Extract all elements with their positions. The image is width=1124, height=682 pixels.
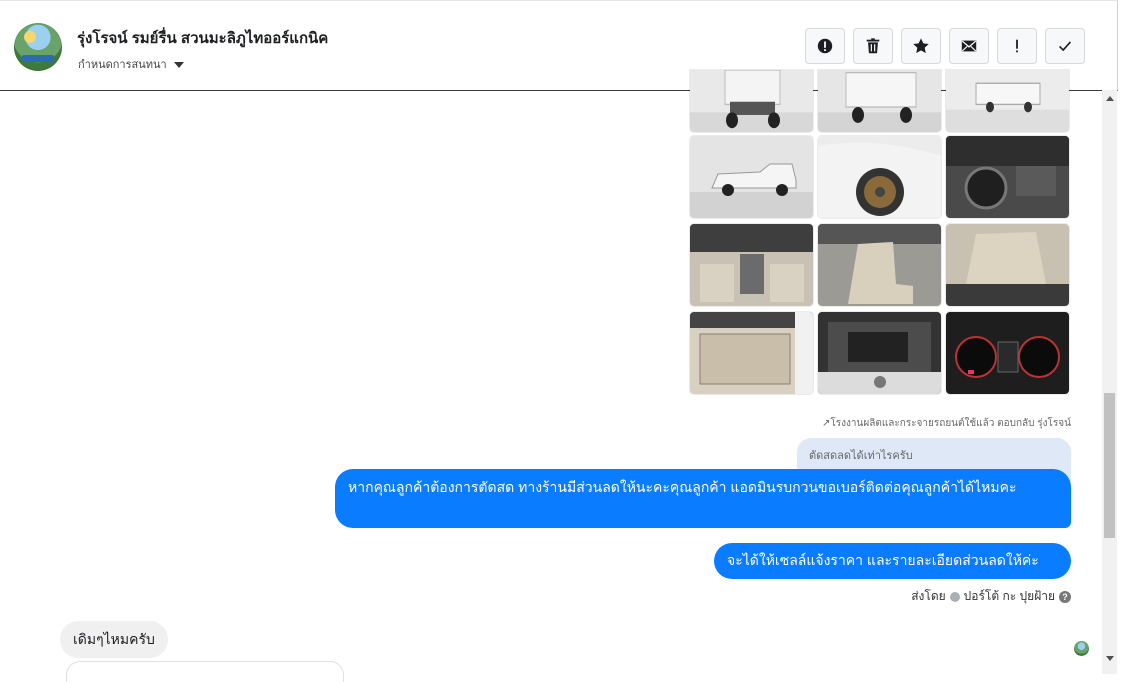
outgoing-message[interactable]: จะได้ให้เซลล์แจ้งราคา และรายละเอียดส่วนล… xyxy=(714,543,1071,579)
checkmark-icon xyxy=(1059,41,1072,52)
assign-conversation-label: กำหนดการสนทนา xyxy=(78,59,167,71)
photo-image xyxy=(946,312,1069,394)
car-rear-seat-photo[interactable] xyxy=(946,224,1069,306)
photo-image xyxy=(818,70,941,132)
scroll-down-icon[interactable] xyxy=(1106,656,1114,661)
photo-image xyxy=(690,136,813,218)
incoming-message[interactable]: เดิมๆไหมครับ xyxy=(60,621,168,658)
sent-by-line: ส่งโดย ปอร์โต้ กะ ปุยฝ้าย ? xyxy=(911,587,1071,606)
envelope-icon xyxy=(961,40,977,52)
scrollbar-thumb[interactable] xyxy=(1104,393,1115,538)
alert-circle-icon xyxy=(817,38,833,54)
seen-avatar xyxy=(1074,641,1089,656)
outgoing-message[interactable]: หากคุณลูกค้าต้องการตัดสด ทางร้านมีส่วนลด… xyxy=(335,469,1071,528)
scroll-up-icon[interactable] xyxy=(1106,96,1114,101)
star-icon xyxy=(913,38,929,54)
photo-image xyxy=(690,70,813,132)
car-rear-photo[interactable] xyxy=(690,70,813,132)
follow-up-button[interactable] xyxy=(997,28,1037,64)
car-photo-grid xyxy=(690,70,1071,406)
verified-icon xyxy=(949,591,960,602)
photo-image xyxy=(818,312,941,394)
reply-meta-text: โรงงานผลิตและกระจายรถยนต์ใช้แล้ว ตอบกลับ… xyxy=(830,418,1071,429)
photo-image xyxy=(690,312,813,394)
incoming-message-text: เดิมๆไหมครับ xyxy=(73,631,155,647)
assign-conversation-dropdown[interactable]: กำหนดการสนทนา xyxy=(78,55,184,73)
caret-down-icon xyxy=(173,62,184,69)
photo-image xyxy=(946,224,1069,306)
header-toolbar xyxy=(805,28,1085,66)
help-icon[interactable]: ? xyxy=(1059,590,1071,603)
avatar-banner-shape xyxy=(22,55,54,62)
quoted-message-text: ตัดสดลดได้เท่าไรครับ xyxy=(809,450,913,462)
photo-image xyxy=(818,224,941,306)
scrollbar[interactable] xyxy=(1102,90,1117,674)
mark-unread-button[interactable] xyxy=(949,28,989,64)
done-button[interactable] xyxy=(1045,28,1085,64)
car-engine-photo[interactable] xyxy=(818,312,941,394)
car-dashboard-photo[interactable] xyxy=(946,136,1069,218)
car-gauges-photo[interactable] xyxy=(946,312,1069,394)
reply-meta: ↗โรงงานผลิตและกระจายรถยนต์ใช้แล้ว ตอบกลั… xyxy=(822,416,1071,431)
car-interior-front-photo[interactable] xyxy=(690,224,813,306)
car-side-far-photo[interactable] xyxy=(946,70,1069,132)
car-rear-angle-photo[interactable] xyxy=(818,70,941,132)
contact-avatar[interactable] xyxy=(14,23,62,71)
sent-by-name[interactable]: ปอร์โต้ กะ ปุยฝ้าย xyxy=(964,587,1055,606)
photo-image xyxy=(690,224,813,306)
photo-image xyxy=(946,136,1069,218)
car-door-panel-photo[interactable] xyxy=(690,312,813,394)
trash-icon xyxy=(866,38,880,54)
outgoing-message-text: จะได้ให้เซลล์แจ้งราคา และรายละเอียดส่วนล… xyxy=(727,552,1039,568)
star-button[interactable] xyxy=(901,28,941,64)
incoming-message-partial[interactable] xyxy=(66,661,344,682)
avatar-sun-shape xyxy=(24,31,36,43)
outgoing-message-text: หากคุณลูกค้าต้องการตัดสด ทางร้านมีส่วนลด… xyxy=(348,479,1017,495)
sent-by-label: ส่งโดย xyxy=(911,589,946,603)
delete-button[interactable] xyxy=(853,28,893,64)
photo-image xyxy=(818,136,941,218)
exclamation-icon xyxy=(1016,39,1018,53)
contact-name[interactable]: รุ่งโรจน์ รมย์รื่น สวนมะลิภูไทออร์แกนิค xyxy=(77,26,328,50)
car-side-photo[interactable] xyxy=(690,136,813,218)
car-wheel-photo[interactable] xyxy=(818,136,941,218)
photo-image xyxy=(946,70,1069,132)
car-seat-photo[interactable] xyxy=(818,224,941,306)
spam-button[interactable] xyxy=(805,28,845,64)
